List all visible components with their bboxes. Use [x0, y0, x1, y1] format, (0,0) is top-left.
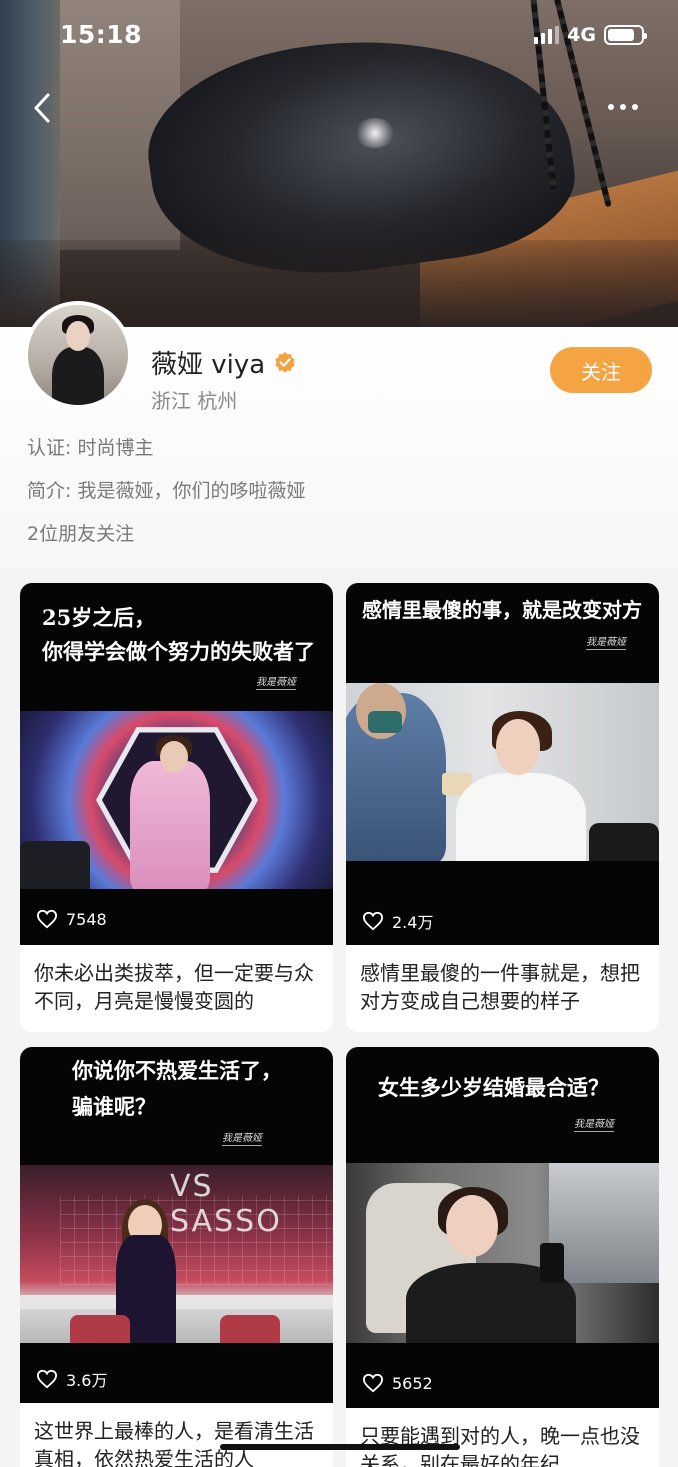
- signal-icon: [534, 26, 560, 44]
- profile-name: 薇娅 viya: [151, 350, 266, 380]
- post-caption: 你未必出类拔萃，但一定要与众不同，月亮是慢慢变圆的: [34, 961, 314, 1013]
- profile-location: 浙江 杭州: [151, 389, 238, 413]
- post-card[interactable]: 你说你不热爱生活了， 骗谁呢？ 我是薇娅 VS SASSO 3.6万 这世界上最…: [20, 1047, 333, 1467]
- post-signature: 我是薇娅: [586, 633, 626, 650]
- cover-light-reflection: [355, 118, 395, 148]
- post-photo: [20, 711, 333, 889]
- avatar[interactable]: [24, 301, 132, 409]
- status-time: 15:18: [60, 20, 143, 49]
- post-photo: [346, 1163, 659, 1343]
- verified-badge-icon: [275, 351, 295, 373]
- like-count[interactable]: 2.4万: [362, 909, 433, 933]
- profile-cover-photo: [0, 0, 678, 330]
- like-count[interactable]: 7548: [36, 909, 107, 929]
- heart-icon: [362, 911, 384, 931]
- post-caption: 只要能遇到对的人，晚一点也没关系，别在最好的年纪: [360, 1424, 640, 1467]
- profile-bio: 简介: 我是薇娅，你们的哆啦薇娅: [27, 480, 306, 502]
- post-card[interactable]: 25岁之后， 你得学会做个努力的失败者了 我是薇娅 7548 你未必出类拔萃，但…: [20, 583, 333, 1032]
- post-thumbnail: 女生多少岁结婚最合适？ 我是薇娅 5652: [346, 1047, 659, 1408]
- post-card[interactable]: 女生多少岁结婚最合适？ 我是薇娅 5652 只要能遇到对的人，晚一点也没关系，别…: [346, 1047, 659, 1467]
- post-photo: VS SASSO: [20, 1165, 333, 1343]
- more-dots-icon: [608, 104, 614, 110]
- profile-name-row: 薇娅 viya: [151, 344, 297, 381]
- post-photo: [346, 683, 659, 861]
- heart-icon: [362, 1373, 384, 1393]
- post-headline: 女生多少岁结婚最合适？: [378, 1075, 609, 1100]
- post-signature: 我是薇娅: [256, 673, 296, 690]
- profile-info-section: 薇娅 viya 浙江 杭州 关注 认证: 时尚博主 简介: 我是薇娅，你们的哆啦…: [0, 301, 678, 567]
- back-button[interactable]: [30, 92, 60, 124]
- home-indicator[interactable]: [220, 1444, 460, 1450]
- like-count[interactable]: 5652: [362, 1373, 433, 1393]
- post-thumbnail: 你说你不热爱生活了， 骗谁呢？ 我是薇娅 VS SASSO 3.6万: [20, 1047, 333, 1403]
- post-headline: 你说你不热爱生活了， 骗谁呢？: [72, 1058, 282, 1119]
- post-card[interactable]: 感情里最傻的事，就是改变对方 我是薇娅 2.4万 感情里最傻的一件事就是，想把对…: [346, 583, 659, 1032]
- post-caption: 感情里最傻的一件事就是，想把对方变成自己想要的样子: [360, 961, 640, 1013]
- network-type: 4G: [567, 24, 596, 46]
- like-count[interactable]: 3.6万: [36, 1367, 107, 1391]
- heart-icon: [36, 909, 58, 929]
- post-thumbnail: 感情里最傻的事，就是改变对方 我是薇娅 2.4万: [346, 583, 659, 945]
- post-caption: 这世界上最棒的人，是看清生活真相，依然热爱生活的人: [34, 1419, 314, 1467]
- status-indicators: 4G: [534, 24, 647, 46]
- more-button[interactable]: [608, 100, 640, 114]
- post-headline: 感情里最傻的事，就是改变对方: [362, 598, 642, 622]
- heart-icon: [36, 1369, 58, 1389]
- post-headline: 25岁之后， 你得学会做个努力的失败者了: [42, 605, 315, 664]
- post-signature: 我是薇娅: [574, 1115, 614, 1132]
- follow-button[interactable]: 关注: [550, 347, 652, 393]
- friends-following[interactable]: 2位朋友关注: [27, 519, 134, 546]
- post-signature: 我是薇娅: [222, 1129, 262, 1146]
- battery-icon: [604, 25, 647, 45]
- chevron-left-icon: [34, 93, 50, 123]
- neon-sign: VS SASSO: [170, 1169, 282, 1239]
- post-thumbnail: 25岁之后， 你得学会做个努力的失败者了 我是薇娅 7548: [20, 583, 333, 945]
- profile-verification: 认证: 时尚博主: [27, 437, 154, 459]
